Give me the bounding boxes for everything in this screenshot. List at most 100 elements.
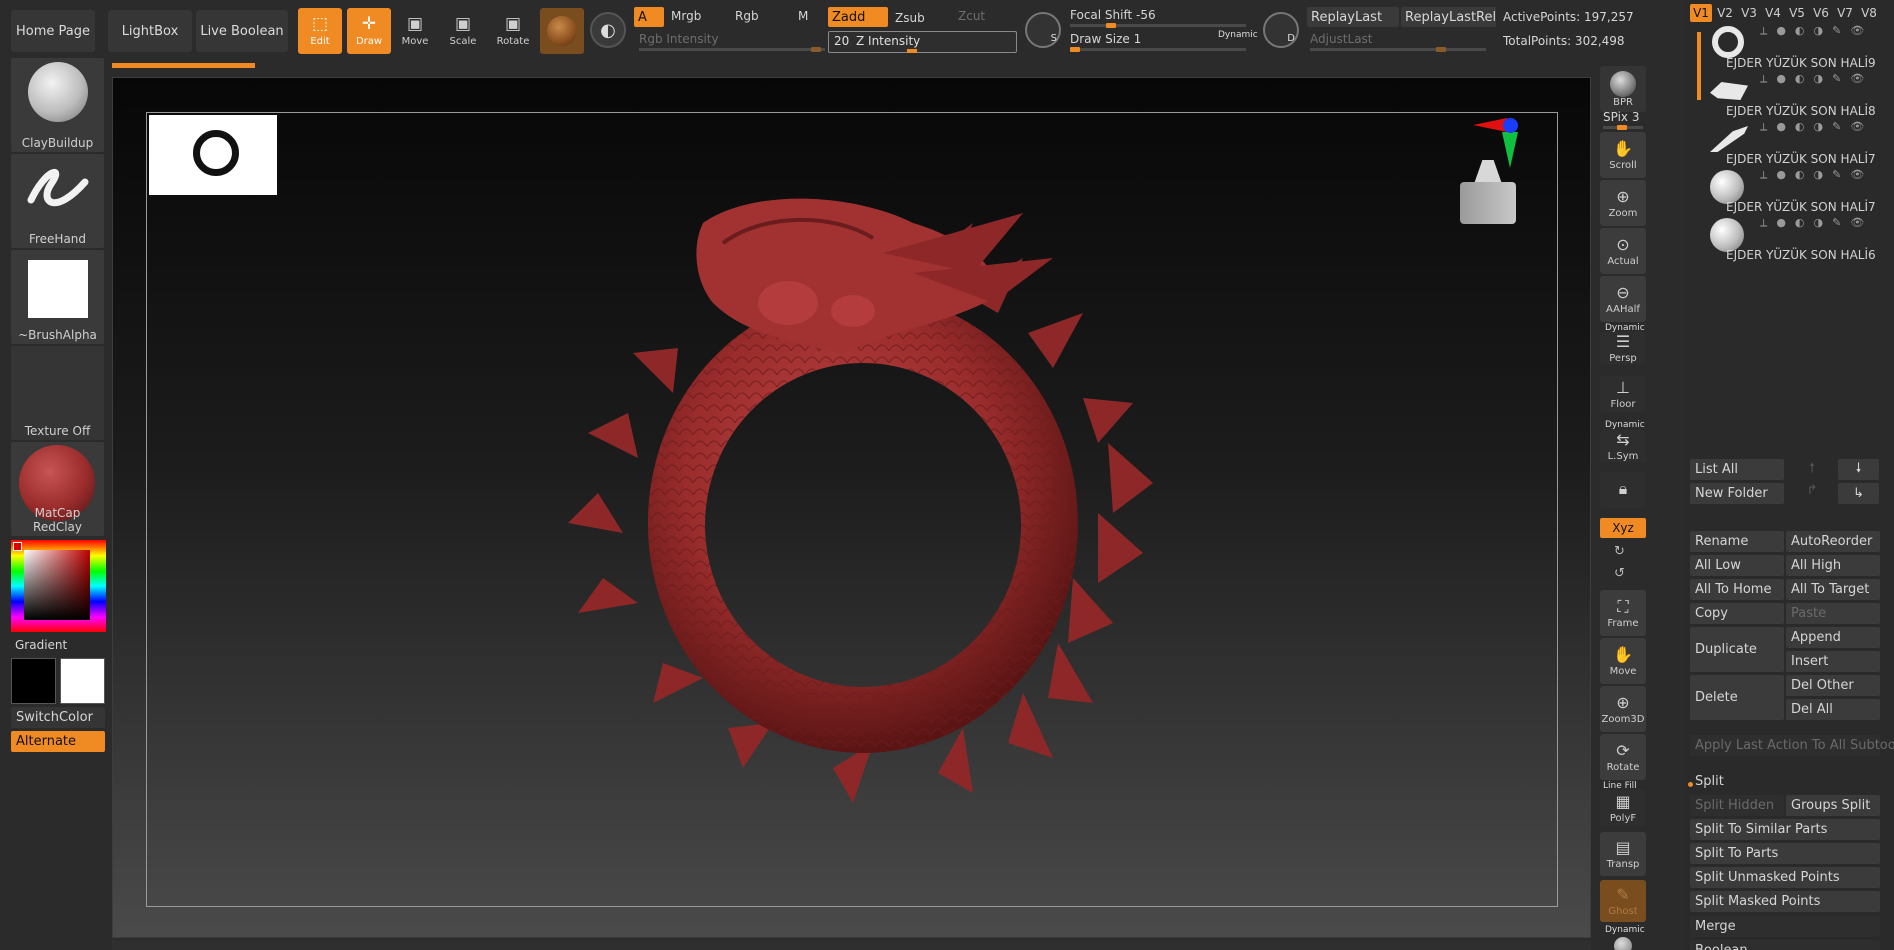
live-boolean-button[interactable]: Live Boolean <box>196 10 288 52</box>
edit-button[interactable]: ⬚ Edit <box>298 8 342 54</box>
version-tab-v6[interactable]: V6 <box>1810 4 1832 22</box>
subtool-visibility-icons[interactable]: ⟂●◐◑✎👁 <box>1760 216 1873 230</box>
move-view-button[interactable]: ✋ Move <box>1600 638 1646 684</box>
subtool-item[interactable]: ⟂●◐◑✎👁 EJDER YÜZÜK SON HALİ8 <box>1700 70 1890 118</box>
split-hidden-button[interactable]: Split Hidden <box>1690 795 1784 816</box>
scroll-button[interactable]: ✋ Scroll <box>1600 132 1646 178</box>
replay-last-rel-button[interactable]: ReplayLastRel <box>1401 7 1496 27</box>
draw-size-slider[interactable] <box>1070 47 1246 52</box>
axis-gizmo[interactable] <box>1473 114 1519 168</box>
move-tool-button[interactable]: ▣ Move <box>393 8 437 54</box>
subtool-item[interactable]: ⟂●◐◑✎👁 EJDER YÜZÜK SON HALİ6 <box>1700 214 1890 262</box>
split-to-parts-button[interactable]: Split To Parts <box>1690 843 1880 864</box>
actual-button[interactable]: ⊙ Actual <box>1600 228 1646 274</box>
zadd-toggle[interactable]: Zadd <box>828 7 888 27</box>
aahalf-button[interactable]: ⊖ AAHalf <box>1600 276 1646 322</box>
scale-tool-button[interactable]: ▣ Scale <box>441 8 485 54</box>
material-sphere-button[interactable] <box>540 8 584 54</box>
frame-button[interactable]: ⛶ Frame <box>1600 590 1646 636</box>
split-unmasked-points-button[interactable]: Split Unmasked Points <box>1690 867 1880 888</box>
mrgb-button[interactable]: Mrgb <box>671 9 701 23</box>
subtool-item[interactable]: ⟂●◐◑✎👁 EJDER YÜZÜK SON HALİ7 <box>1700 118 1890 166</box>
primary-color-swatch[interactable] <box>11 658 56 704</box>
replay-last-button[interactable]: ReplayLast <box>1307 7 1399 27</box>
zcut-button[interactable]: Zcut <box>958 9 985 23</box>
zoom-button[interactable]: ⊕ Zoom <box>1600 180 1646 226</box>
version-tab-v4[interactable]: V4 <box>1762 4 1784 22</box>
merge-section-header[interactable]: Merge <box>1690 916 1880 937</box>
dragon-ring-model[interactable] <box>553 183 1173 803</box>
yin-yang-icon[interactable]: ◐ <box>590 12 626 48</box>
move-down-button[interactable]: 🠗 <box>1838 459 1879 480</box>
subtool-visibility-icons[interactable]: ⟂●◐◑✎👁 <box>1760 120 1873 134</box>
version-tab-v5[interactable]: V5 <box>1786 4 1808 22</box>
version-tab-v8[interactable]: V8 <box>1858 4 1880 22</box>
alternate-button[interactable]: Alternate <box>11 731 105 752</box>
boolean-section-header[interactable]: Boolean <box>1690 940 1880 950</box>
material-selector[interactable]: MatCap RedClay <box>11 442 104 536</box>
lightbox-button[interactable]: LightBox <box>108 10 192 52</box>
all-to-target-button[interactable]: All To Target <box>1786 579 1880 600</box>
paste-button[interactable]: Paste <box>1786 603 1880 624</box>
dynamic-label[interactable]: Dynamic <box>1218 30 1258 40</box>
rename-button[interactable]: Rename <box>1690 531 1784 552</box>
rotate-z-icon[interactable]: ↺ <box>1614 566 1625 581</box>
adjust-last-slider[interactable] <box>1310 47 1486 52</box>
rotate-y-icon[interactable]: ↻ <box>1614 544 1625 559</box>
list-all-button[interactable]: List All <box>1690 459 1784 480</box>
folder-out-icon[interactable]: ↱ <box>1802 483 1822 504</box>
polyf-button[interactable]: ▦ PolyF <box>1600 790 1646 826</box>
split-to-similar-parts-button[interactable]: Split To Similar Parts <box>1690 819 1880 840</box>
version-tab-v3[interactable]: V3 <box>1738 4 1760 22</box>
subtool-item[interactable]: ⟂●◐◑✎👁 EJDER YÜZÜK SON HALİ9 <box>1700 22 1890 70</box>
new-folder-button[interactable]: New Folder <box>1690 483 1784 504</box>
del-other-button[interactable]: Del Other <box>1786 675 1880 696</box>
m-button[interactable]: M <box>798 9 808 23</box>
version-tab-v7[interactable]: V7 <box>1834 4 1856 22</box>
append-button[interactable]: Append <box>1786 627 1880 648</box>
del-all-button[interactable]: Del All <box>1786 699 1880 720</box>
split-section-header[interactable]: Split <box>1695 774 1724 789</box>
copy-button[interactable]: Copy <box>1690 603 1784 624</box>
texture-selector[interactable]: Texture Off <box>11 346 104 440</box>
subtool-item[interactable]: ⟂●◐◑✎👁 EJDER YÜZÜK SON HALİ7 <box>1700 166 1890 214</box>
transp-button[interactable]: ▤ Transp <box>1600 832 1646 876</box>
rgb-button[interactable]: Rgb <box>735 9 759 23</box>
version-tab-v2[interactable]: V2 <box>1714 4 1736 22</box>
color-square[interactable] <box>24 550 90 620</box>
version-tab-v1[interactable]: V1 <box>1690 4 1712 22</box>
navigation-thumbnail[interactable] <box>149 115 277 195</box>
zoom3d-button[interactable]: ⊕ Zoom3D <box>1600 686 1646 732</box>
rotate-view-button[interactable]: ⟳ Rotate <box>1600 734 1646 780</box>
subtool-visibility-icons[interactable]: ⟂●◐◑✎👁 <box>1760 72 1873 86</box>
duplicate-button[interactable]: Duplicate <box>1690 627 1784 672</box>
all-high-button[interactable]: All High <box>1786 555 1880 576</box>
delete-button[interactable]: Delete <box>1690 675 1784 720</box>
floor-button[interactable]: ⊥ Floor <box>1600 376 1646 412</box>
folder-in-button[interactable]: ↳ <box>1838 483 1879 504</box>
xyz-button[interactable]: Xyz <box>1600 518 1646 538</box>
rgb-intensity-slider[interactable] <box>639 47 825 52</box>
rotate-tool-button[interactable]: ▣ Rotate <box>491 8 535 54</box>
bpr-button[interactable]: BPR <box>1600 66 1646 112</box>
subtool-visibility-icons[interactable]: ⟂●◐◑✎👁 <box>1760 24 1873 38</box>
solo-sphere-icon[interactable] <box>1614 937 1632 950</box>
zsub-button[interactable]: Zsub <box>895 11 925 25</box>
all-low-button[interactable]: All Low <box>1690 555 1784 576</box>
orientation-cube-icon[interactable] <box>1458 160 1518 226</box>
auto-reorder-button[interactable]: AutoReorder <box>1786 531 1880 552</box>
document-canvas[interactable] <box>112 77 1591 938</box>
switch-color-button[interactable]: SwitchColor <box>11 707 105 728</box>
sphere-d-icon[interactable]: D <box>1263 12 1299 48</box>
focal-shift-slider[interactable] <box>1070 23 1246 28</box>
color-picker[interactable] <box>11 540 106 632</box>
insert-button[interactable]: Insert <box>1786 651 1880 672</box>
secondary-color-swatch[interactable] <box>60 658 105 704</box>
home-page-button[interactable]: Home Page <box>11 10 95 52</box>
persp-button[interactable]: ☰ Persp <box>1600 332 1646 364</box>
sphere-s-icon[interactable]: S <box>1025 12 1061 48</box>
ghost-button[interactable]: ✎ Ghost <box>1600 880 1646 922</box>
stroke-selector[interactable]: FreeHand <box>11 154 104 248</box>
split-masked-points-button[interactable]: Split Masked Points <box>1690 891 1880 912</box>
lock-button[interactable]: 🔒︎ <box>1600 472 1646 508</box>
